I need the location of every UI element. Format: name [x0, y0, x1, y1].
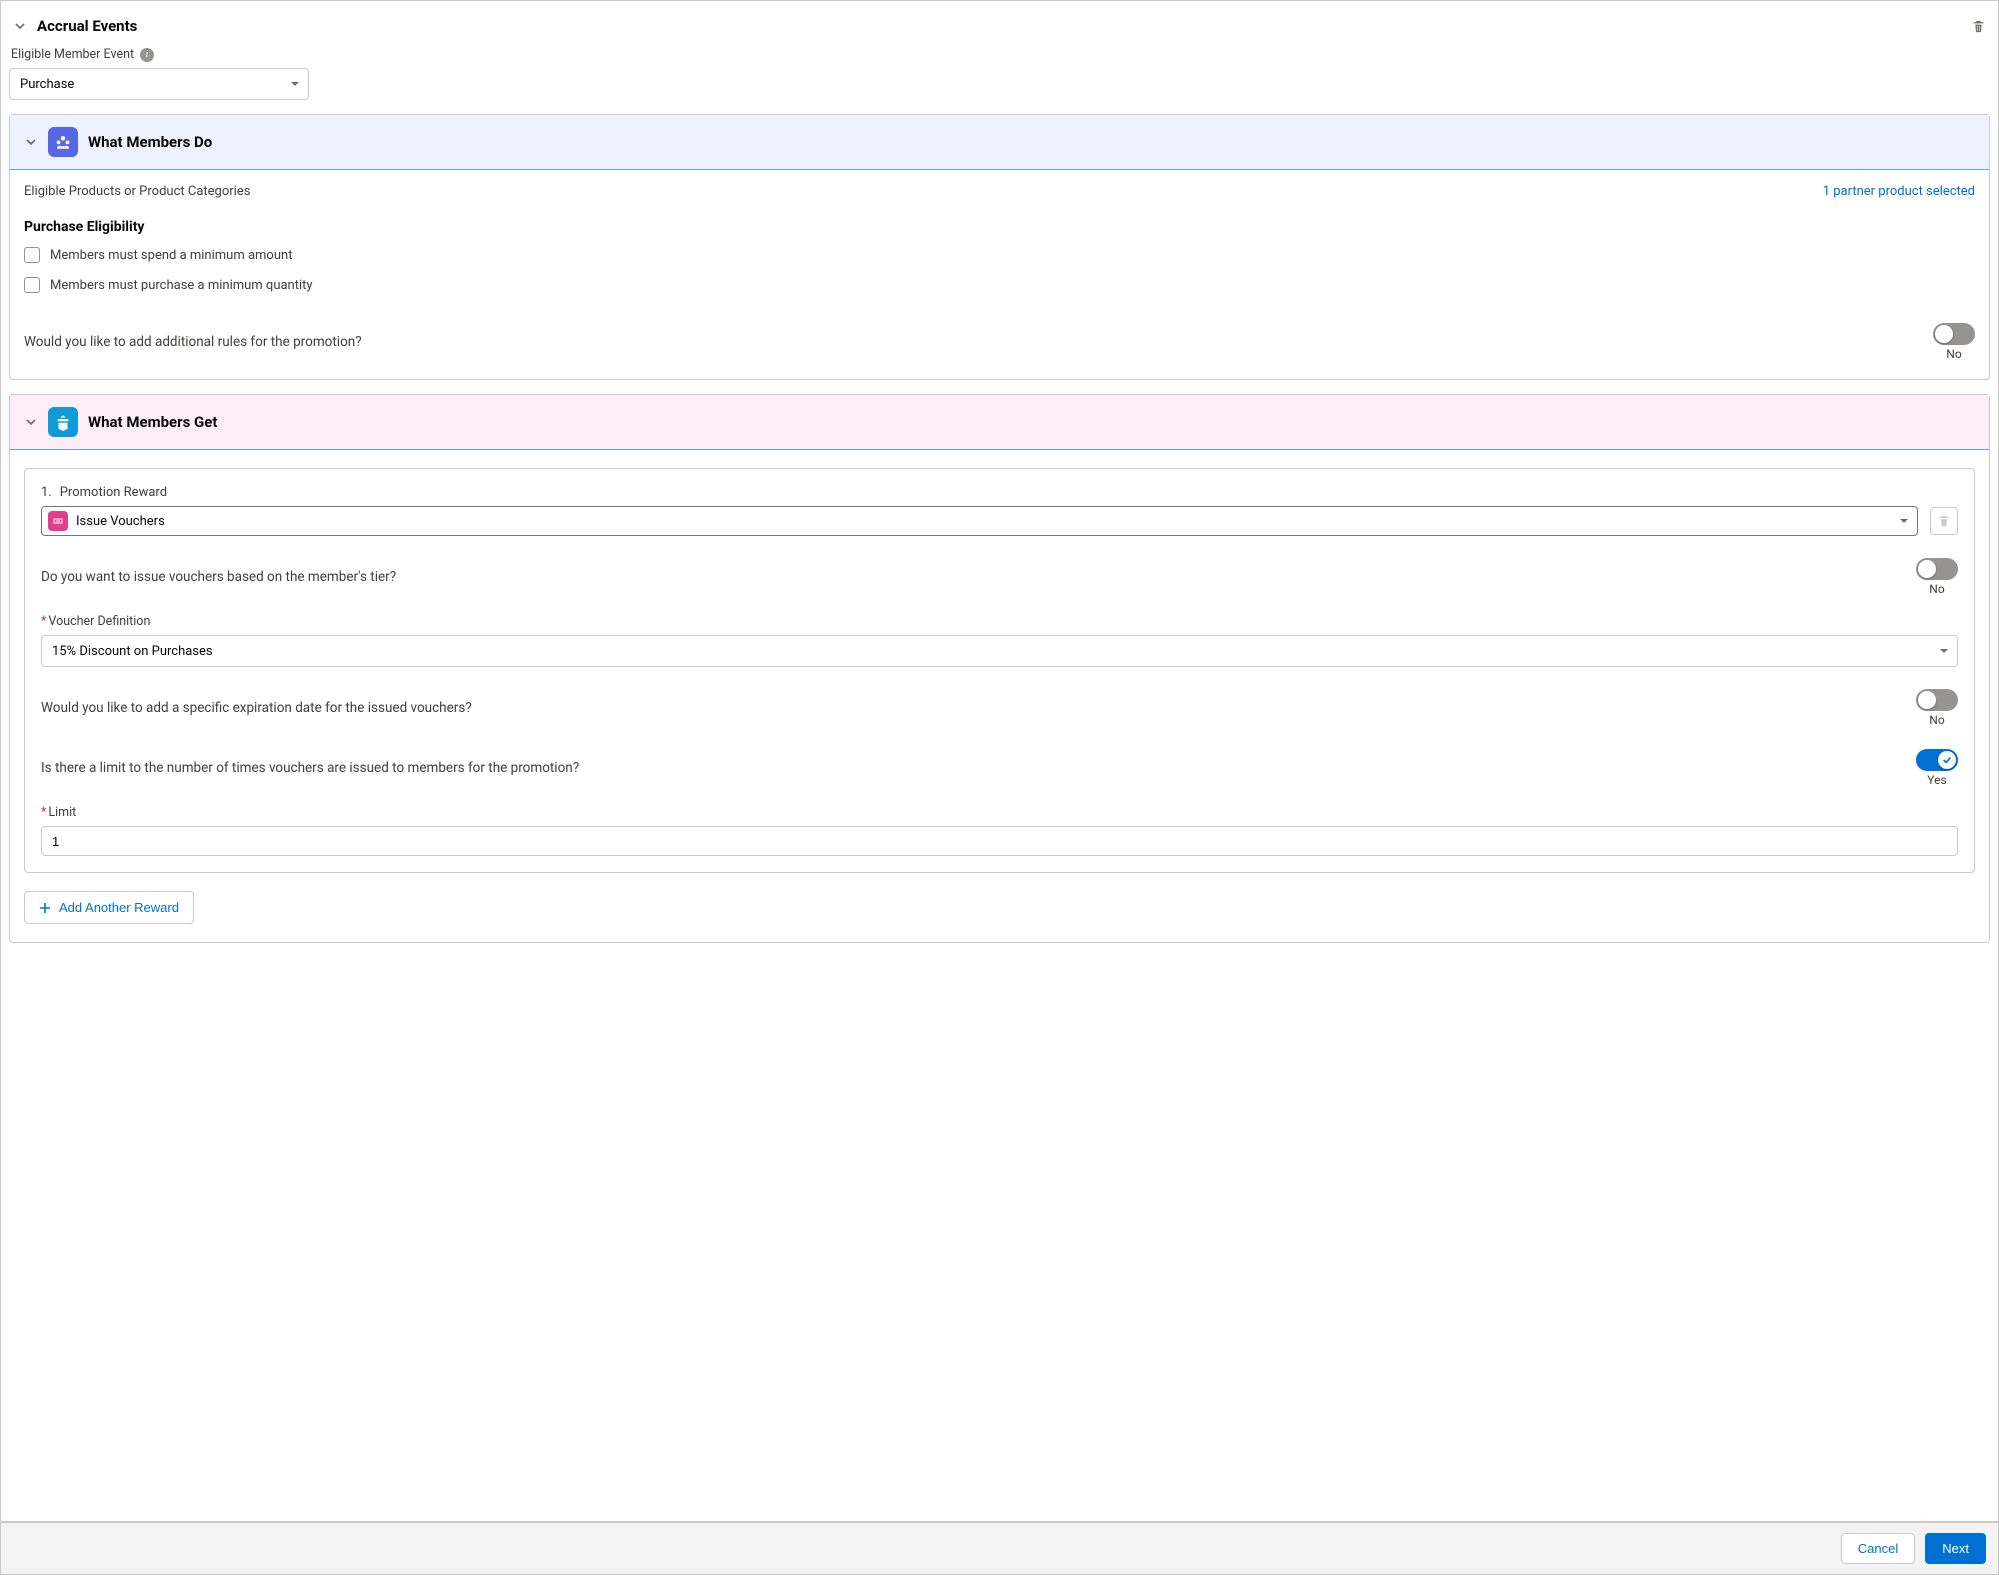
what-members-do-header: What Members Do	[10, 115, 1989, 170]
cancel-button[interactable]: Cancel	[1841, 1533, 1915, 1564]
info-icon[interactable]: i	[140, 48, 154, 62]
gift-icon	[48, 407, 78, 437]
panel-title: What Members Do	[88, 133, 212, 151]
delete-reward-button[interactable]	[1930, 507, 1958, 535]
accrual-events-header: Accrual Events	[9, 9, 1990, 47]
min-amount-checkbox[interactable]	[24, 247, 40, 263]
caret-down-icon	[290, 79, 300, 89]
limit-question: Is there a limit to the number of times …	[41, 760, 579, 776]
footer-bar: Cancel Next	[0, 1522, 1999, 1575]
additional-rules-toggle-label: No	[1946, 347, 1961, 361]
add-another-reward-button[interactable]: Add Another Reward	[24, 891, 194, 924]
voucher-definition-select[interactable]: 15% Discount on Purchases	[41, 635, 1958, 667]
eligible-member-event-select[interactable]: Purchase	[9, 68, 309, 100]
what-members-get-panel: What Members Get 1. Promotion Reward Iss…	[9, 394, 1990, 943]
tier-toggle-label: No	[1929, 582, 1944, 596]
caret-down-icon	[1899, 516, 1909, 526]
chevron-down-icon[interactable]	[13, 19, 27, 33]
promotion-reward-label: 1. Promotion Reward	[41, 485, 1958, 500]
eligible-products-label: Eligible Products or Product Categories	[24, 184, 250, 199]
voucher-definition-label: *Voucher Definition	[41, 614, 1958, 629]
promotion-reward-select[interactable]: Issue Vouchers	[41, 506, 1918, 536]
additional-rules-toggle[interactable]	[1933, 323, 1975, 345]
selected-products-link[interactable]: 1 partner product selected	[1823, 184, 1975, 199]
tier-question: Do you want to issue vouchers based on t…	[41, 569, 396, 585]
min-amount-checkbox-row: Members must spend a minimum amount	[24, 247, 1975, 263]
expiration-question: Would you like to add a specific expirat…	[41, 700, 472, 716]
chevron-down-icon[interactable]	[24, 415, 38, 429]
min-quantity-checkbox[interactable]	[24, 277, 40, 293]
additional-rules-question: Would you like to add additional rules f…	[24, 334, 362, 350]
caret-down-icon	[1939, 646, 1949, 656]
delete-section-button[interactable]	[1971, 19, 1986, 34]
limit-toggle[interactable]	[1916, 749, 1958, 771]
voucher-icon	[48, 511, 68, 531]
reward-card: 1. Promotion Reward Issue Vouchers	[24, 468, 1975, 873]
limit-toggle-label: Yes	[1927, 773, 1946, 787]
limit-input[interactable]	[41, 826, 1958, 856]
what-members-do-panel: What Members Do Eligible Products or Pro…	[9, 114, 1990, 380]
panel-title: What Members Get	[88, 413, 217, 431]
section-title: Accrual Events	[37, 17, 137, 35]
limit-field-label: *Limit	[41, 805, 1958, 820]
eligible-member-event-label: Eligible Member Event i	[9, 47, 1990, 68]
tier-toggle[interactable]	[1916, 558, 1958, 580]
expiration-toggle-label: No	[1929, 713, 1944, 727]
purchase-eligibility-heading: Purchase Eligibility	[24, 219, 1975, 235]
chevron-down-icon[interactable]	[24, 135, 38, 149]
people-icon	[48, 127, 78, 157]
expiration-toggle[interactable]	[1916, 689, 1958, 711]
what-members-get-header: What Members Get	[10, 395, 1989, 450]
min-quantity-checkbox-row: Members must purchase a minimum quantity	[24, 277, 1975, 293]
next-button[interactable]: Next	[1925, 1533, 1986, 1564]
